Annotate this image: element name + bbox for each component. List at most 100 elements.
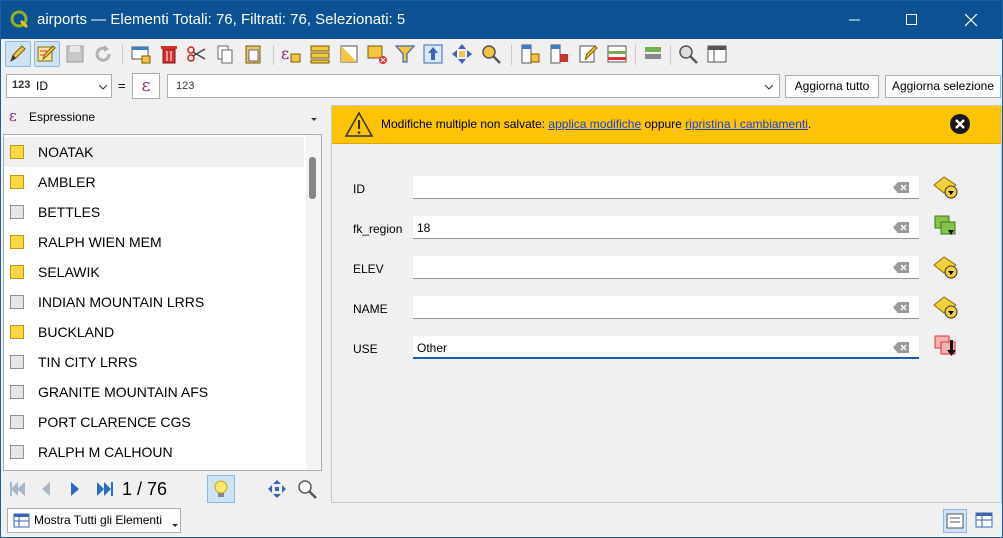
selection-checkbox[interactable] xyxy=(10,235,24,249)
select-by-expression-button[interactable]: ε xyxy=(279,42,303,66)
selection-checkbox[interactable] xyxy=(10,415,24,429)
list-item[interactable]: TIN CITY LRRS xyxy=(4,347,304,377)
expression-button[interactable]: ε xyxy=(132,73,160,99)
main-toolbar: ε xyxy=(1,39,1002,71)
clear-field-icon[interactable] xyxy=(893,222,909,233)
list-item[interactable]: AMBLER xyxy=(4,167,304,197)
save-icon xyxy=(66,45,84,63)
multi-edit-state-icon[interactable] xyxy=(931,172,961,202)
feature-name: AMBLER xyxy=(38,174,96,190)
selection-checkbox[interactable] xyxy=(10,355,24,369)
multi-edit-state-icon[interactable] xyxy=(931,292,961,322)
list-item[interactable]: BUCKLAND xyxy=(4,317,304,347)
selection-checkbox[interactable] xyxy=(10,445,24,459)
cut-button[interactable] xyxy=(185,42,209,66)
maximize-button[interactable] xyxy=(889,1,935,39)
next-feature-icon[interactable] xyxy=(63,477,87,501)
field-calculator-button[interactable] xyxy=(576,42,600,66)
delete-field-icon xyxy=(550,44,568,64)
selection-checkbox[interactable] xyxy=(10,325,24,339)
field-input[interactable] xyxy=(413,256,919,279)
clear-field-icon[interactable] xyxy=(893,342,909,353)
table-view-button[interactable] xyxy=(973,509,997,533)
field-input[interactable] xyxy=(413,176,919,199)
selection-checkbox[interactable] xyxy=(10,265,24,279)
separator xyxy=(122,45,123,65)
list-item[interactable]: RALPH WIEN MEM xyxy=(4,227,304,257)
list-item[interactable]: BETTLES xyxy=(4,197,304,227)
copy-button[interactable] xyxy=(213,42,237,66)
field-input[interactable] xyxy=(413,296,919,319)
field-selector[interactable]: 123 ID xyxy=(6,74,112,98)
reload-button[interactable] xyxy=(91,42,115,66)
reset-changes-link[interactable]: ripristina i cambiamenti xyxy=(685,117,808,131)
delete-field-button[interactable] xyxy=(547,42,571,66)
toggle-editing-button[interactable] xyxy=(5,41,31,67)
field-input[interactable]: Other xyxy=(413,336,919,359)
previous-feature-icon[interactable] xyxy=(34,477,58,501)
conditional-format-icon xyxy=(607,45,627,63)
clear-field-icon[interactable] xyxy=(893,262,909,273)
list-item[interactable]: NOATAK xyxy=(4,137,304,167)
organize-columns-button[interactable] xyxy=(705,42,729,66)
selection-checkbox[interactable] xyxy=(10,175,24,189)
zoom-to-selected-button[interactable] xyxy=(479,42,503,66)
last-feature-icon[interactable] xyxy=(93,477,117,501)
update-all-button[interactable]: Aggiorna tutto xyxy=(785,75,879,98)
close-banner-icon[interactable] xyxy=(949,113,971,135)
list-scrollbar[interactable] xyxy=(306,135,321,470)
first-feature-icon[interactable] xyxy=(5,477,29,501)
deselect-all-button[interactable] xyxy=(365,42,389,66)
title-bar[interactable]: airports — Elementi Totali: 76, Filtrati… xyxy=(1,1,1002,39)
multi-edit-button[interactable] xyxy=(34,41,60,67)
clear-field-icon[interactable] xyxy=(893,302,909,313)
delete-feature-button[interactable] xyxy=(157,42,181,66)
form-view-button[interactable] xyxy=(943,509,967,533)
multi-edit-state-icon[interactable] xyxy=(931,212,961,242)
list-item[interactable]: INDIAN MOUNTAIN LRRS xyxy=(4,287,304,317)
conditional-formatting-button[interactable] xyxy=(605,42,629,66)
close-button[interactable] xyxy=(948,1,994,39)
highlight-toggle-button[interactable] xyxy=(207,475,235,503)
pan-to-selected-button[interactable] xyxy=(450,42,474,66)
update-value-combobox[interactable]: 123 xyxy=(167,74,780,98)
field-label: USE xyxy=(353,342,378,356)
attribute-table-window: airports — Elementi Totali: 76, Filtrati… xyxy=(0,0,1003,538)
clear-field-icon[interactable] xyxy=(893,182,909,193)
field-label: fk_region xyxy=(353,222,403,236)
multi-edit-state-icon[interactable] xyxy=(931,332,961,362)
minimize-button[interactable] xyxy=(832,1,878,39)
add-feature-button[interactable] xyxy=(129,42,153,66)
selection-checkbox[interactable] xyxy=(10,295,24,309)
display-expression-header[interactable]: ε Espressione xyxy=(7,105,321,131)
scrollbar-thumb[interactable] xyxy=(309,157,316,199)
invert-selection-button[interactable] xyxy=(337,42,361,66)
actions-button[interactable] xyxy=(641,42,665,66)
list-item[interactable]: RALPH M CALHOUN xyxy=(4,437,304,467)
apply-changes-link[interactable]: applica modifiche xyxy=(548,117,641,131)
select-all-button[interactable] xyxy=(308,42,332,66)
feature-list[interactable]: NOATAK AMBLER BETTLES RALPH WIEN MEM SELAWIK… xyxy=(3,134,322,471)
list-item[interactable]: SELAWIK xyxy=(4,257,304,287)
actions-icon xyxy=(645,47,661,59)
dock-button[interactable] xyxy=(676,42,700,66)
table-icon xyxy=(13,513,30,528)
save-edits-button[interactable] xyxy=(63,42,87,66)
selection-checkbox[interactable] xyxy=(10,205,24,219)
multi-edit-state-icon[interactable] xyxy=(931,252,961,282)
list-item[interactable]: GRANITE MOUNTAIN AFS xyxy=(4,377,304,407)
filter-button[interactable] xyxy=(393,42,417,66)
selection-checkbox[interactable] xyxy=(10,145,24,159)
show-all-features-button[interactable]: Mostra Tutti gli Elementi xyxy=(7,508,181,533)
zoom-to-feature-icon[interactable] xyxy=(295,477,319,501)
feature-position: 1 / 76 xyxy=(122,479,168,499)
update-selected-button[interactable]: Aggiorna selezione xyxy=(885,75,1001,98)
selection-checkbox[interactable] xyxy=(10,385,24,399)
field-input[interactable]: 18 xyxy=(413,216,919,239)
field-label: NAME xyxy=(353,302,388,316)
list-item[interactable]: PORT CLARENCE CGS xyxy=(4,407,304,437)
move-selection-top-button[interactable] xyxy=(421,42,445,66)
new-field-button[interactable] xyxy=(518,42,542,66)
pan-to-feature-icon[interactable] xyxy=(265,477,289,501)
paste-button[interactable] xyxy=(241,42,265,66)
